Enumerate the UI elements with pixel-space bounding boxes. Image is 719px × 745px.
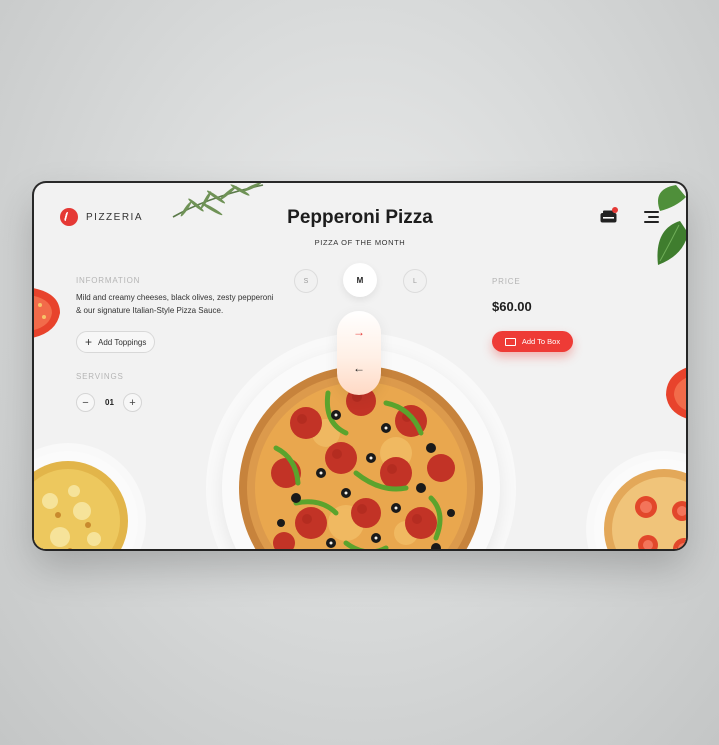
previous-pizza-plate[interactable] xyxy=(34,451,138,549)
decrease-servings-button[interactable]: − xyxy=(76,393,95,412)
page-title: Pepperoni Pizza xyxy=(287,207,433,228)
app-window: PIZZERIA Pepperoni Pizza PIZZA OF THE MO… xyxy=(34,183,686,549)
plus-icon: + xyxy=(85,335,93,349)
next-pizza-button[interactable]: → xyxy=(337,325,381,339)
add-to-box-button[interactable]: Add To Box xyxy=(492,331,573,352)
size-small-button[interactable]: S xyxy=(294,269,318,293)
increase-servings-button[interactable]: + xyxy=(123,393,142,412)
cart-badge xyxy=(612,207,618,213)
add-to-box-label: Add To Box xyxy=(521,337,561,346)
previous-pizza-image xyxy=(34,461,128,549)
add-toppings-button[interactable]: + Add Toppings xyxy=(76,331,156,353)
add-toppings-label: Add Toppings xyxy=(98,337,147,347)
page-subtitle: PIZZA OF THE MONTH xyxy=(314,238,406,247)
information-label: INFORMATION xyxy=(76,276,141,285)
next-pizza-image xyxy=(604,469,686,549)
pizza-carousel-nav: → ← xyxy=(337,311,381,395)
tomato-slice-left-decoration xyxy=(34,288,60,338)
size-large-button[interactable]: L xyxy=(403,269,427,293)
previous-pizza-button[interactable]: ← xyxy=(337,361,381,375)
tomato-slice-right-decoration xyxy=(666,367,686,419)
price-value: $60.00 xyxy=(492,299,532,314)
size-medium-button[interactable]: M xyxy=(343,263,377,297)
servings-quantity: 01 xyxy=(105,398,114,407)
servings-label: SERVINGS xyxy=(76,372,124,381)
box-icon xyxy=(504,337,516,346)
pizza-description: Mild and creamy cheeses, black olives, z… xyxy=(76,293,274,315)
menu-icon[interactable] xyxy=(644,211,659,223)
price-label: PRICE xyxy=(492,277,521,286)
next-pizza-plate[interactable] xyxy=(594,459,686,549)
